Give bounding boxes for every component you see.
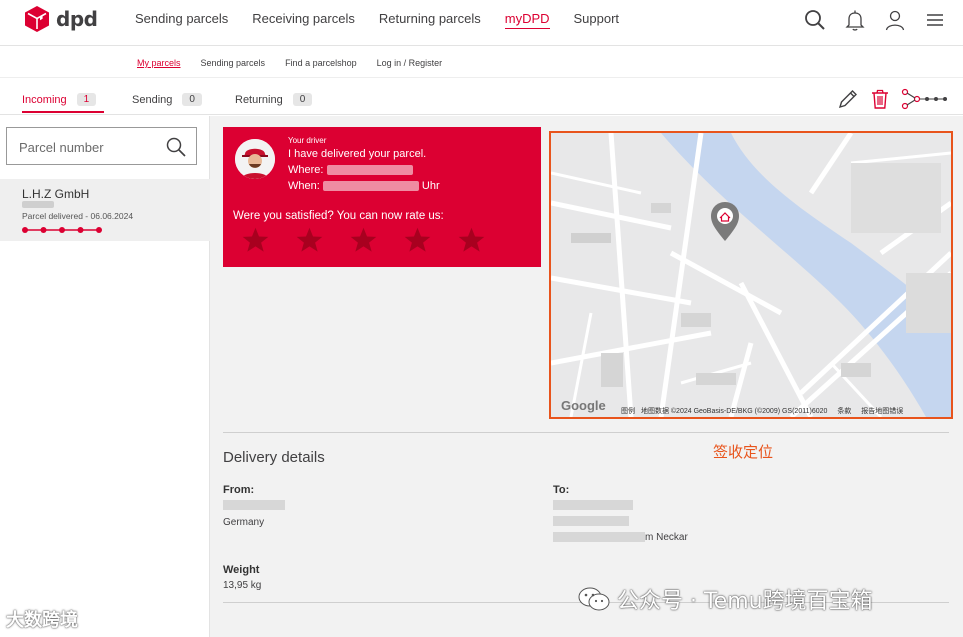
google-logo: Google xyxy=(561,398,606,413)
parcel-number-redacted xyxy=(22,201,54,208)
bell-icon[interactable] xyxy=(843,8,867,32)
menu-icon[interactable] xyxy=(923,8,947,32)
main-nav: Sending parcels Receiving parcels Return… xyxy=(135,11,643,29)
tab-incoming-label: Incoming xyxy=(22,93,67,106)
tab-sending[interactable]: Sending 0 xyxy=(132,93,202,106)
to-city: m Neckar xyxy=(553,532,688,543)
dpd-cube-icon xyxy=(25,6,49,32)
map-annotation-label: 签收定位 xyxy=(713,443,774,461)
parcel-status: Parcel delivered - 06.06.2024 xyxy=(22,211,134,221)
subnav-find-parcelshop[interactable]: Find a parcelshop xyxy=(285,58,357,68)
map-data-text: 地图数据 ©2024 GeoBasis-DE/BKG (©2009) GS(20… xyxy=(640,408,828,415)
subnav-my-parcels[interactable]: My parcels xyxy=(137,58,181,68)
trash-icon[interactable] xyxy=(869,88,891,115)
redacted-time xyxy=(322,181,419,192)
edit-icon[interactable] xyxy=(837,88,859,115)
delivery-map[interactable] xyxy=(549,131,953,419)
driver-message: I have delivered your parcel. xyxy=(288,148,427,160)
map-report-link[interactable]: 报告地图错误 xyxy=(861,408,903,415)
map-attribution: 图例 地图数据 ©2024 GeoBasis-DE/BKG (©2009) GS… xyxy=(621,406,903,416)
to-street-redacted xyxy=(553,516,629,526)
where-prefix: Where: xyxy=(288,164,327,176)
driver-card: Your driver I have delivered your parcel… xyxy=(223,127,541,267)
to-name-redacted xyxy=(553,500,633,510)
from-name-redacted xyxy=(223,500,285,510)
parcel-tabs-bar: Incoming 1 Sending 0 Returning 0 xyxy=(0,79,963,115)
delivery-location: Where: xyxy=(288,164,413,176)
tab-sending-count: 0 xyxy=(182,93,202,106)
tab-incoming-count: 1 xyxy=(76,93,97,106)
share-icon[interactable] xyxy=(901,88,949,115)
top-navigation-bar: dpd Sending parcels Receiving parcels Re… xyxy=(0,0,963,46)
to-label: To: xyxy=(553,484,570,496)
parcel-list-item[interactable]: L.H.Z GmbH Parcel delivered - 06.06.2024 xyxy=(0,179,210,241)
parcel-list-sidebar: Parcel number L.H.Z GmbH Parcel delivere… xyxy=(0,116,210,637)
progress-step xyxy=(59,227,65,233)
delivery-time: When: Uhr xyxy=(288,180,440,192)
from-label: From: xyxy=(223,484,255,496)
subnav-sending-parcels[interactable]: Sending parcels xyxy=(201,58,266,68)
watermark-right: 公众号 · Temu跨境百宝箱 xyxy=(577,583,873,615)
tab-returning-label: Returning xyxy=(235,93,283,106)
watermark-right-text: 公众号 · Temu跨境百宝箱 xyxy=(617,589,873,614)
search-icon[interactable] xyxy=(803,8,827,32)
rating-star-5[interactable] xyxy=(457,226,486,254)
search-input[interactable]: Parcel number xyxy=(19,140,104,155)
tab-returning[interactable]: Returning 0 xyxy=(235,93,313,106)
wechat-icon xyxy=(578,587,610,611)
map-legend-link[interactable]: 图例 xyxy=(621,408,635,415)
rating-star-2[interactable] xyxy=(295,226,324,254)
progress-step xyxy=(40,227,47,233)
rating-star-3[interactable] xyxy=(349,226,378,254)
parcel-sender: L.H.Z GmbH xyxy=(22,187,90,201)
when-prefix: When: xyxy=(288,180,323,192)
weight-value: 13,95 kg xyxy=(223,580,262,591)
driver-label: Your driver xyxy=(288,136,327,145)
parcel-actions xyxy=(837,88,949,115)
parcel-search-box[interactable]: Parcel number xyxy=(6,127,197,165)
search-icon[interactable] xyxy=(165,136,187,158)
sub-navigation: My parcels Sending parcels Find a parcel… xyxy=(0,46,963,78)
tab-incoming[interactable]: Incoming 1 xyxy=(22,93,97,106)
delivery-progress-track xyxy=(22,227,102,233)
tab-returning-count: 0 xyxy=(292,93,313,106)
nav-receiving-parcels[interactable]: Receiving parcels xyxy=(252,11,355,29)
header-icons xyxy=(803,8,947,32)
nav-mydpd[interactable]: myDPD xyxy=(504,11,550,29)
when-suffix: Uhr xyxy=(418,180,440,192)
brand-name: dpd xyxy=(56,7,98,31)
nav-sending-parcels[interactable]: Sending parcels xyxy=(135,11,228,29)
map-canvas xyxy=(551,133,951,417)
watermark-left: 大数跨境 xyxy=(6,610,78,631)
nav-support[interactable]: Support xyxy=(574,11,620,29)
progress-step xyxy=(77,227,84,233)
tab-sending-label: Sending xyxy=(132,93,173,106)
delivery-details-title: Delivery details xyxy=(223,449,325,466)
rate-prompt: Were you satisfied? You can now rate us: xyxy=(233,210,444,222)
progress-step xyxy=(22,227,28,233)
map-terms-link[interactable]: 条款 xyxy=(837,408,851,415)
user-icon[interactable] xyxy=(883,8,907,32)
dpd-logo[interactable]: dpd xyxy=(24,5,98,33)
to-zip-redacted xyxy=(553,532,645,543)
weight-label: Weight xyxy=(223,564,260,576)
progress-step xyxy=(96,227,102,233)
star-rating xyxy=(241,226,486,254)
from-country: Germany xyxy=(223,517,265,528)
active-tab-underline xyxy=(22,111,104,113)
subnav-login-register[interactable]: Log in / Register xyxy=(377,58,443,68)
redacted-location xyxy=(326,165,413,176)
to-city-suffix: m Neckar xyxy=(645,532,688,543)
driver-avatar xyxy=(235,139,275,179)
nav-returning-parcels[interactable]: Returning parcels xyxy=(379,11,481,29)
rating-star-1[interactable] xyxy=(241,226,270,254)
section-divider xyxy=(223,432,949,433)
rating-star-4[interactable] xyxy=(403,226,432,254)
